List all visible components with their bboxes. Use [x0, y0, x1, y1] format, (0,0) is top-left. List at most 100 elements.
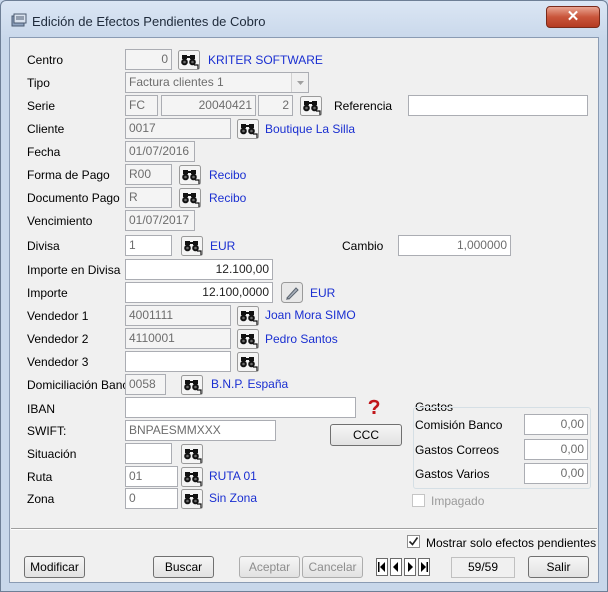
label-vencimiento: Vencimiento: [27, 214, 93, 228]
binoculars-icon[interactable]: [178, 50, 200, 70]
serie-input[interactable]: FC: [125, 95, 158, 116]
binoculars-icon[interactable]: [179, 165, 201, 185]
tipo-select[interactable]: Factura clientes 1: [125, 72, 309, 93]
label-vendedor2: Vendedor 2: [27, 332, 89, 346]
link-vendedor2[interactable]: Pedro Santos: [265, 332, 338, 346]
binoculars-icon[interactable]: [237, 329, 259, 349]
link-domiciliacion[interactable]: B.N.P. España: [211, 377, 288, 391]
checkmark-icon: [408, 537, 419, 546]
zona-input[interactable]: 0: [125, 488, 178, 509]
cancelar-button[interactable]: Cancelar: [302, 556, 363, 578]
vendedor1-input[interactable]: 4001111: [125, 305, 231, 326]
next-record-button[interactable]: [404, 558, 416, 576]
binoculars-icon[interactable]: [181, 489, 203, 509]
cliente-input[interactable]: 0017: [125, 118, 231, 139]
ccc-button[interactable]: CCC: [330, 424, 402, 446]
link-zona[interactable]: Sin Zona: [209, 491, 257, 505]
situacion-input[interactable]: [125, 443, 172, 464]
centro-input[interactable]: 0: [125, 49, 172, 70]
label-situacion: Situación: [27, 447, 77, 461]
dialog-window: Edición de Efectos Pendientes de Cobro ✕…: [0, 0, 608, 592]
link-centro[interactable]: KRITER SOFTWARE: [208, 53, 323, 67]
link-forma-pago[interactable]: Recibo: [209, 168, 246, 182]
label-centro: Centro: [27, 53, 64, 67]
last-icon: [421, 562, 428, 572]
binoculars-icon[interactable]: [237, 306, 259, 326]
label-correos: Gastos Correos: [415, 443, 500, 457]
prev-record-button[interactable]: [390, 558, 402, 576]
vendedor2-input[interactable]: 4110001: [125, 328, 231, 349]
serie-numero-input[interactable]: 20040421: [161, 95, 256, 116]
comision-input[interactable]: 0,00: [524, 414, 588, 435]
documento-pago-input[interactable]: R: [125, 187, 172, 208]
label-vendedor3: Vendedor 3: [27, 355, 89, 369]
label-vendedor1: Vendedor 1: [27, 309, 89, 323]
divisa-input[interactable]: 1: [125, 235, 172, 256]
vencimiento-input[interactable]: 01/07/2017: [125, 210, 195, 231]
window-title: Edición de Efectos Pendientes de Cobro: [32, 14, 266, 29]
binoculars-icon[interactable]: [181, 467, 203, 487]
app-icon: [11, 13, 27, 27]
link-divisa[interactable]: EUR: [210, 239, 235, 253]
forma-pago-input[interactable]: R00: [125, 164, 172, 185]
binoculars-icon[interactable]: [300, 96, 322, 116]
link-importe[interactable]: EUR: [310, 286, 335, 300]
varios-input[interactable]: 0,00: [524, 463, 588, 484]
pencil-icon[interactable]: [281, 282, 303, 303]
close-button[interactable]: ✕: [546, 6, 600, 28]
record-counter: 59/59: [451, 557, 515, 578]
label-impagado: Impagado: [431, 494, 485, 508]
binoculars-icon[interactable]: [181, 236, 203, 256]
buscar-button[interactable]: Buscar: [153, 556, 214, 578]
importe-input[interactable]: 12.100,0000: [125, 282, 273, 303]
label-mostrar: Mostrar solo efectos pendientes: [426, 536, 597, 550]
form-area: Centro 0 KRITER SOFTWARE Tipo Factura cl…: [9, 37, 599, 583]
swift-input[interactable]: BNPAESMMXXX: [125, 420, 276, 441]
label-referencia: Referencia: [334, 99, 393, 113]
correos-input[interactable]: 0,00: [524, 439, 588, 460]
next-icon: [408, 562, 413, 572]
binoculars-icon[interactable]: [179, 188, 201, 208]
modificar-button[interactable]: Modificar: [24, 556, 85, 578]
binoculars-icon[interactable]: [181, 375, 203, 395]
label-serie: Serie: [27, 99, 56, 113]
first-record-button[interactable]: [376, 558, 388, 576]
first-icon: [378, 562, 385, 572]
title-bar[interactable]: Edición de Efectos Pendientes de Cobro ✕: [1, 1, 607, 37]
chevron-down-icon[interactable]: [291, 73, 308, 92]
label-swift: SWIFT:: [27, 424, 67, 438]
binoculars-icon[interactable]: [237, 119, 259, 139]
label-ruta: Ruta: [27, 470, 53, 484]
binoculars-icon[interactable]: [181, 444, 203, 464]
salir-button[interactable]: Salir: [528, 556, 589, 578]
vendedor3-input[interactable]: [125, 351, 231, 372]
label-cambio: Cambio: [342, 239, 384, 253]
label-importe-divisa: Importe en Divisa: [27, 263, 121, 277]
link-vendedor1[interactable]: Joan Mora SIMO: [265, 308, 356, 322]
mostrar-checkbox[interactable]: [407, 535, 420, 548]
label-zona: Zona: [27, 492, 55, 506]
link-ruta[interactable]: RUTA 01: [209, 469, 257, 483]
domiciliacion-input[interactable]: 0058: [125, 374, 166, 395]
aceptar-button[interactable]: Aceptar: [239, 556, 300, 578]
iban-input[interactable]: [125, 397, 356, 418]
help-icon[interactable]: [366, 399, 382, 415]
label-iban: IBAN: [27, 402, 56, 416]
binoculars-icon[interactable]: [237, 352, 259, 372]
label-comision: Comisión Banco: [415, 418, 503, 432]
label-documento-pago: Documento Pago: [27, 191, 120, 205]
ruta-input[interactable]: 01: [125, 466, 178, 487]
impagado-checkbox[interactable]: [412, 494, 425, 507]
referencia-input[interactable]: [408, 95, 588, 116]
last-record-button[interactable]: [418, 558, 430, 576]
importe-divisa-input[interactable]: 12.100,00: [125, 259, 273, 280]
label-fecha: Fecha: [27, 145, 61, 159]
separator: [11, 528, 597, 530]
cambio-input[interactable]: 1,000000: [398, 235, 511, 256]
link-documento-pago[interactable]: Recibo: [209, 191, 246, 205]
link-cliente[interactable]: Boutique La Silla: [265, 122, 355, 136]
label-varios: Gastos Varios: [415, 467, 490, 481]
serie-sub-input[interactable]: 2: [258, 95, 293, 116]
label-domiciliacion: Domiciliación Banc.: [27, 378, 132, 392]
fecha-input[interactable]: 01/07/2016: [125, 141, 195, 162]
